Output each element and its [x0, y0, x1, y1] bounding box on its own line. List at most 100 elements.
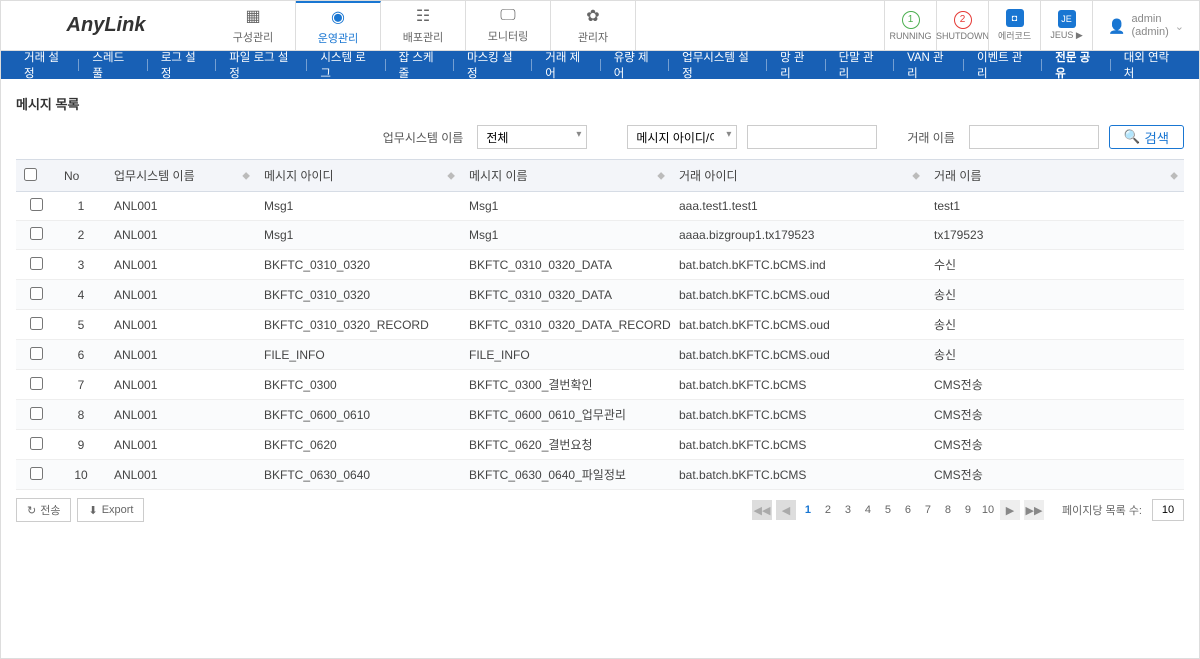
sub-nav-거래 제어[interactable]: 거래 제어 [532, 49, 600, 81]
page-10[interactable]: 10 [980, 504, 996, 516]
cell-txname: 송신 [926, 280, 1184, 310]
sub-nav-파일 로그 설정[interactable]: 파일 로그 설정 [216, 49, 307, 81]
page-4[interactable]: 4 [860, 504, 876, 516]
table-row[interactable]: 6ANL001FILE_INFOFILE_INFObat.batch.bKFTC… [16, 340, 1184, 370]
sub-nav-VAN 관리[interactable]: VAN 관리 [894, 49, 964, 81]
status-label: RUNNING [890, 31, 932, 41]
user-text: admin (admin) [1131, 13, 1168, 39]
sub-nav-업무시스템 설정[interactable]: 업무시스템 설정 [669, 49, 767, 81]
send-icon: ↻ [27, 504, 36, 517]
row-checkbox[interactable] [30, 287, 43, 300]
cell-txname: CMS전송 [926, 370, 1184, 400]
page-first[interactable]: ◀◀ [752, 500, 772, 520]
sub-nav: 거래 설정스레드 풀로그 설정파일 로그 설정시스템 로그잡 스케줄마스킹 설정… [1, 51, 1199, 79]
row-checkbox[interactable] [30, 198, 43, 211]
main-tab-모니터링[interactable]: 🖵모니터링 [466, 1, 551, 50]
table-row[interactable]: 7ANL001BKFTC_0300BKFTC_0300_결번확인bat.batc… [16, 370, 1184, 400]
cell-msgid: BKFTC_0310_0320_RECORD [256, 310, 461, 340]
page-next[interactable]: ▶ [1000, 500, 1020, 520]
table-row[interactable]: 9ANL001BKFTC_0620BKFTC_0620_결번요청bat.batc… [16, 430, 1184, 460]
cell-txname: tx179523 [926, 221, 1184, 250]
msg-search-input[interactable] [747, 125, 877, 149]
content: 메시지 목록 업무시스템 이름 거래 이름 🔍 검색 No [1, 79, 1199, 545]
sub-nav-스레드 풀[interactable]: 스레드 풀 [79, 49, 147, 81]
row-checkbox[interactable] [30, 347, 43, 360]
biz-select[interactable] [477, 125, 587, 149]
status-에러코드[interactable]: ◘에러코드 [988, 1, 1040, 51]
main-tab-관리자[interactable]: ✿관리자 [551, 1, 636, 50]
row-checkbox[interactable] [30, 317, 43, 330]
main-tab-구성관리[interactable]: ▦구성관리 [211, 1, 296, 50]
sub-nav-단말 관리[interactable]: 단말 관리 [826, 49, 894, 81]
page-size-input[interactable] [1152, 499, 1184, 521]
cell-biz: ANL001 [106, 280, 256, 310]
status-badge: JE [1058, 10, 1076, 28]
main-tab-운영관리[interactable]: ◉운영관리 [296, 1, 381, 50]
sub-nav-이벤트 관리[interactable]: 이벤트 관리 [964, 49, 1042, 81]
cell-msgname: BKFTC_0600_0610_업무관리 [461, 400, 671, 430]
page-8[interactable]: 8 [940, 504, 956, 516]
export-button[interactable]: ⬇ Export [77, 498, 144, 522]
sub-nav-시스템 로그[interactable]: 시스템 로그 [307, 49, 385, 81]
sub-nav-망 관리[interactable]: 망 관리 [767, 49, 826, 81]
tx-search-input[interactable] [969, 125, 1099, 149]
table-row[interactable]: 3ANL001BKFTC_0310_0320BKFTC_0310_0320_DA… [16, 250, 1184, 280]
main-tabs: ▦구성관리◉운영관리☷배포관리🖵모니터링✿관리자 [211, 1, 884, 50]
filters: 업무시스템 이름 거래 이름 🔍 검색 [16, 125, 1184, 149]
sub-nav-로그 설정[interactable]: 로그 설정 [148, 49, 216, 81]
page-prev[interactable]: ◀ [776, 500, 796, 520]
sub-nav-마스킹 설정[interactable]: 마스킹 설정 [454, 49, 532, 81]
sub-nav-거래 설정[interactable]: 거래 설정 [11, 49, 79, 81]
cell-txid: bat.batch.bKFTC.bCMS [671, 400, 926, 430]
table-row[interactable]: 8ANL001BKFTC_0600_0610BKFTC_0600_0610_업무… [16, 400, 1184, 430]
row-checkbox[interactable] [30, 377, 43, 390]
sub-nav-잡 스케줄[interactable]: 잡 스케줄 [386, 49, 454, 81]
sub-nav-대외 연락처[interactable]: 대외 연락처 [1111, 49, 1189, 81]
col-biz[interactable]: 업무시스템 이름◆ [106, 160, 256, 192]
user-menu[interactable]: 👤 admin (admin) ⌄ [1092, 1, 1199, 51]
table-header-row: No 업무시스템 이름◆ 메시지 아이디◆ 메시지 이름◆ 거래 아이디◆ 거래… [16, 160, 1184, 192]
msg-type-select[interactable] [627, 125, 737, 149]
sub-nav-유량 제어[interactable]: 유량 제어 [601, 49, 669, 81]
table-row[interactable]: 4ANL001BKFTC_0310_0320BKFTC_0310_0320_DA… [16, 280, 1184, 310]
table-row[interactable]: 5ANL001BKFTC_0310_0320_RECORDBKFTC_0310_… [16, 310, 1184, 340]
page-3[interactable]: 3 [840, 504, 856, 516]
row-checkbox[interactable] [30, 437, 43, 450]
sub-nav-전문 공유[interactable]: 전문 공유 [1042, 49, 1110, 81]
status-label: 에러코드 [998, 29, 1031, 42]
table-row[interactable]: 2ANL001Msg1Msg1aaaa.bizgroup1.tx179523tx… [16, 221, 1184, 250]
cell-msgname: BKFTC_0310_0320_DATA_RECORD [461, 310, 671, 340]
col-no[interactable]: No [56, 160, 106, 192]
page-6[interactable]: 6 [900, 504, 916, 516]
tab-icon: ✿ [586, 6, 599, 26]
chevron-down-icon: ⌄ [1175, 20, 1184, 33]
row-checkbox[interactable] [30, 257, 43, 270]
page-7[interactable]: 7 [920, 504, 936, 516]
col-msgname[interactable]: 메시지 이름◆ [461, 160, 671, 192]
table-row[interactable]: 1ANL001Msg1Msg1aaa.test1.test1test1 [16, 192, 1184, 221]
select-all-checkbox[interactable] [24, 168, 37, 181]
page-1[interactable]: 1 [800, 504, 816, 516]
sort-icon: ◆ [657, 170, 665, 181]
col-txname[interactable]: 거래 이름◆ [926, 160, 1184, 192]
tab-icon: ▦ [245, 6, 260, 26]
biz-filter-label: 업무시스템 이름 [383, 129, 464, 146]
page-last[interactable]: ▶▶ [1024, 500, 1044, 520]
page-size-label: 페이지당 목록 수: [1062, 502, 1142, 518]
status-SHUTDOWN[interactable]: 2SHUTDOWN [936, 1, 988, 51]
col-msgid[interactable]: 메시지 아이디◆ [256, 160, 461, 192]
status-JEUS ▶[interactable]: JEJEUS ▶ [1040, 1, 1092, 51]
page-9[interactable]: 9 [960, 504, 976, 516]
table-row[interactable]: 10ANL001BKFTC_0630_0640BKFTC_0630_0640_파… [16, 460, 1184, 490]
status-RUNNING[interactable]: 1RUNNING [884, 1, 936, 51]
main-tab-배포관리[interactable]: ☷배포관리 [381, 1, 466, 50]
col-txid[interactable]: 거래 아이디◆ [671, 160, 926, 192]
row-checkbox[interactable] [30, 467, 43, 480]
page-5[interactable]: 5 [880, 504, 896, 516]
search-button[interactable]: 🔍 검색 [1109, 125, 1184, 149]
row-checkbox[interactable] [30, 407, 43, 420]
send-button[interactable]: ↻ 전송 [16, 498, 71, 522]
page-2[interactable]: 2 [820, 504, 836, 516]
row-checkbox[interactable] [30, 227, 43, 240]
cell-msgname: Msg1 [461, 221, 671, 250]
